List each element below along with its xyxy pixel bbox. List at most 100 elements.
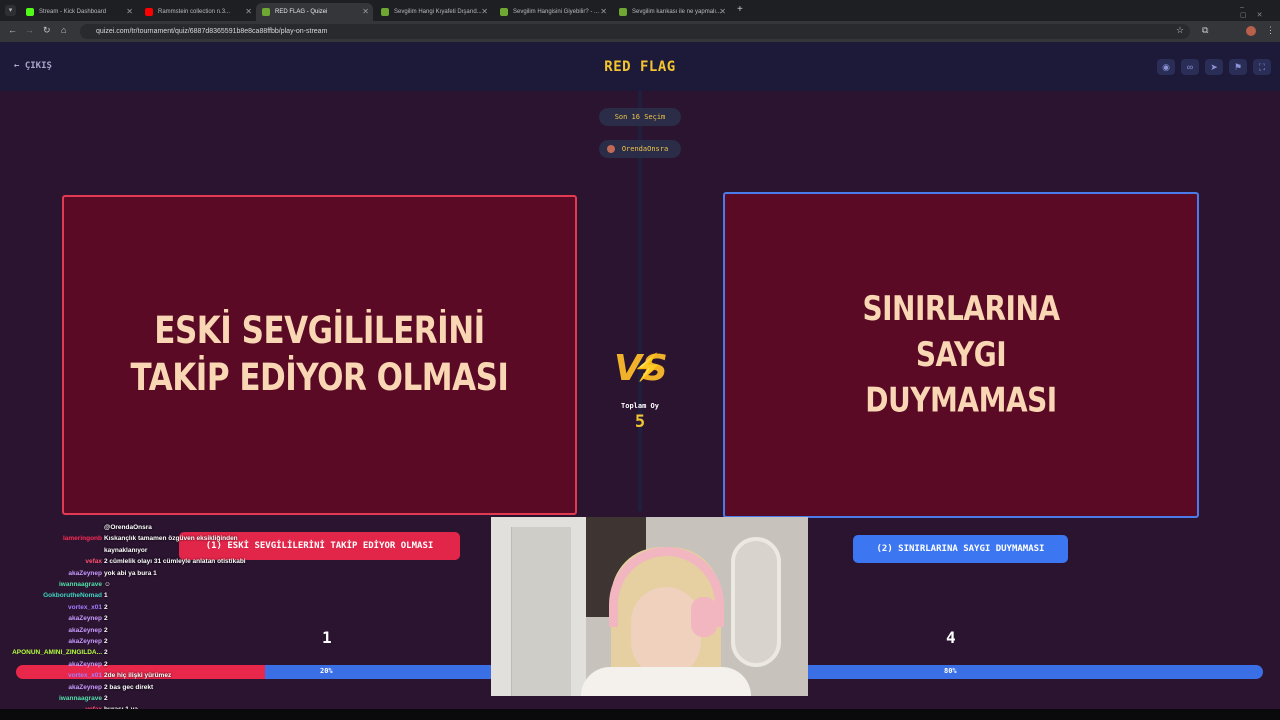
chat-username[interactable]: akaZeynep <box>68 636 102 647</box>
chat-username[interactable]: APONUN_AMINI_ZINGILDA... <box>12 647 102 658</box>
vote-percent-left: 20% <box>320 667 333 675</box>
tab-search-icon[interactable]: ▾ <box>5 5 16 16</box>
chat-username[interactable]: akaZeynep <box>68 682 102 693</box>
browser-tab[interactable]: Sevgilim karıkası ile ne yapmalı... ✕ <box>613 3 730 21</box>
total-votes-label: Toplam Oy <box>621 402 659 410</box>
window-controls[interactable]: –▢✕ <box>1240 4 1280 19</box>
option-card-right[interactable]: SINIRLARINA SAYGI DUYMAMASI <box>723 192 1199 518</box>
chat-username[interactable]: vortex_x01 <box>68 670 102 681</box>
chat-message: akaZeynep 2 <box>0 659 300 670</box>
chat-message: lameringonb Kıskançlık tamamen özgüven ek… <box>0 533 300 544</box>
eye-icon[interactable]: ◉ <box>1157 59 1175 75</box>
stream-chat-overlay: @OrendaOnsra lameringonb Kıskançlık tamame… <box>0 522 300 720</box>
chat-message: vortex_x01 2de hiç ilişki yürümez <box>0 670 300 681</box>
lightning-icon: ⚡ <box>632 352 665 382</box>
chat-text: 1 <box>104 592 108 600</box>
host-name: OrendaOnsra <box>621 145 669 153</box>
tab-close-icon[interactable]: ✕ <box>362 7 369 16</box>
new-tab-button[interactable]: + <box>737 4 743 15</box>
tab-title: Sevgilim karıkası ile ne yapmalı... <box>632 9 722 15</box>
chat-username[interactable]: iwannaagrave <box>59 693 102 704</box>
chat-username[interactable]: iwannaagrave <box>59 579 102 590</box>
chat-message: iwannaagrave ☺ <box>0 579 300 590</box>
round-badge: Son 16 Seçim <box>599 108 681 126</box>
app-header: ← ÇIKIŞ RED FLAG ◉ ∞ ➤ ⚑ ⛶ <box>0 42 1280 91</box>
tab-favicon-icon <box>262 8 270 16</box>
extensions-icon[interactable]: ⧉ <box>1202 25 1208 36</box>
send-icon[interactable]: ➤ <box>1205 59 1223 75</box>
tab-close-icon[interactable]: ✕ <box>719 7 726 16</box>
webcam-mirror <box>731 537 781 667</box>
link-icon[interactable]: ∞ <box>1181 59 1199 75</box>
browser-tab[interactable]: Stream - Kick Dashboard ✕ <box>20 3 137 21</box>
chat-text: 2 cümlelik olayı 31 cümleyle anlatan oti… <box>104 558 246 566</box>
chat-username[interactable]: vefax <box>85 556 102 567</box>
total-votes-value: 5 <box>634 412 646 432</box>
tab-close-icon[interactable]: ✕ <box>245 7 252 16</box>
bookmark-star-icon[interactable]: ☆ <box>1176 25 1184 36</box>
chat-username[interactable]: vortex_x01 <box>68 602 102 613</box>
chat-username[interactable]: GokborutheNomad <box>43 590 102 601</box>
fullscreen-icon[interactable]: ⛶ <box>1253 59 1271 75</box>
chat-username[interactable]: lameringonb <box>63 533 102 544</box>
chat-text: Kıskançlık tamamen özgüven eksikliğinden <box>104 535 238 543</box>
tab-title: Sevgilim Hangisini Giyebilir? - ... <box>513 9 600 15</box>
chat-message: @OrendaOnsra <box>0 522 300 533</box>
chat-message: akaZeynep 2 <box>0 613 300 624</box>
chat-text: 2 <box>104 695 108 702</box>
chat-username[interactable]: akaZeynep <box>68 568 102 579</box>
host-badge: OrendaOnsra <box>599 140 681 158</box>
chat-message: vefax 2 cümlelik olayı 31 cümleyle anlata… <box>0 556 300 567</box>
url-input[interactable]: quizei.com/tr/tournament/quiz/6887d83655… <box>80 24 1190 39</box>
chat-message: iwannaagrave 2 <box>0 693 300 704</box>
option-card-left[interactable]: ESKİ SEVGİLİLERİNİ TAKİP EDİYOR OLMASI <box>62 195 577 515</box>
streamer-shirt <box>581 667 751 696</box>
chat-message: akaZeynep yok abi ya bura 1 <box>0 568 300 579</box>
forward-icon[interactable]: → <box>25 25 34 35</box>
browser-tab[interactable]: Rammstein collection n.3... ✕ <box>139 3 256 21</box>
vote-percent-right: 80% <box>944 667 957 675</box>
chat-username[interactable]: akaZeynep <box>68 659 102 670</box>
tab-close-icon[interactable]: ✕ <box>600 7 607 16</box>
chat-message: akaZeynep 2 <box>0 636 300 647</box>
back-icon[interactable]: ← <box>8 25 17 35</box>
chat-text: 2 <box>104 638 108 645</box>
chat-text: 2de hiç ilişki yürümez <box>104 672 172 680</box>
chat-text: 2 <box>104 615 108 623</box>
chat-text: 2 <box>104 649 108 657</box>
vote-count-left: 1 <box>322 628 332 647</box>
chat-message: akaZeynep 2 bas gec direkt <box>0 682 300 693</box>
chat-text: 2 bas gec direkt <box>104 683 154 691</box>
tab-close-icon[interactable]: ✕ <box>126 7 133 16</box>
webcam-door <box>511 527 571 696</box>
home-icon[interactable]: ⌂ <box>61 25 66 35</box>
host-avatar <box>607 145 615 153</box>
page-title: RED FLAG <box>604 59 676 75</box>
browser-tab[interactable]: Sevgilim Hangi Kıyafeti Dışarıd... ✕ <box>375 3 492 21</box>
tab-favicon-icon <box>500 8 508 16</box>
profile-avatar-icon[interactable] <box>1246 26 1256 36</box>
chat-text: kaynaklanıyor <box>104 546 148 554</box>
chat-text: 2 <box>104 660 108 668</box>
vote-button-right[interactable]: (2) SINIRLARINA SAYGI DUYMAMASI <box>853 535 1068 563</box>
browser-tab[interactable]: Sevgilim Hangisini Giyebilir? - ... ✕ <box>494 3 611 21</box>
chat-message: vortex_x01 2 <box>0 602 300 613</box>
option-text-right: SINIRLARINA SAYGI DUYMAMASI <box>862 289 1060 420</box>
tab-close-icon[interactable]: ✕ <box>481 7 488 16</box>
reload-icon[interactable]: ↻ <box>43 25 51 36</box>
headphone-cup <box>691 597 717 637</box>
vote-count-right: 4 <box>946 628 956 647</box>
chat-username[interactable]: akaZeynep <box>68 613 102 624</box>
browser-address-bar: ← → ↻ ⌂ quizei.com/tr/tournament/quiz/68… <box>0 21 1280 42</box>
chat-message: kaynaklanıyor <box>0 545 300 556</box>
chat-text: @OrendaOnsra <box>104 524 152 531</box>
browser-tab[interactable]: RED FLAG - Quizei ✕ <box>256 3 373 21</box>
tab-title: RED FLAG - Quizei <box>275 9 328 15</box>
flag-icon[interactable]: ⚑ <box>1229 59 1247 75</box>
tab-title: Sevgilim Hangi Kıyafeti Dışarıd... <box>394 9 482 15</box>
chat-username[interactable]: akaZeynep <box>68 625 102 636</box>
tab-favicon-icon <box>381 8 389 16</box>
chat-text: ☺ <box>104 581 111 588</box>
tab-favicon-icon <box>26 8 34 16</box>
menu-icon[interactable]: ⋮ <box>1266 25 1275 36</box>
